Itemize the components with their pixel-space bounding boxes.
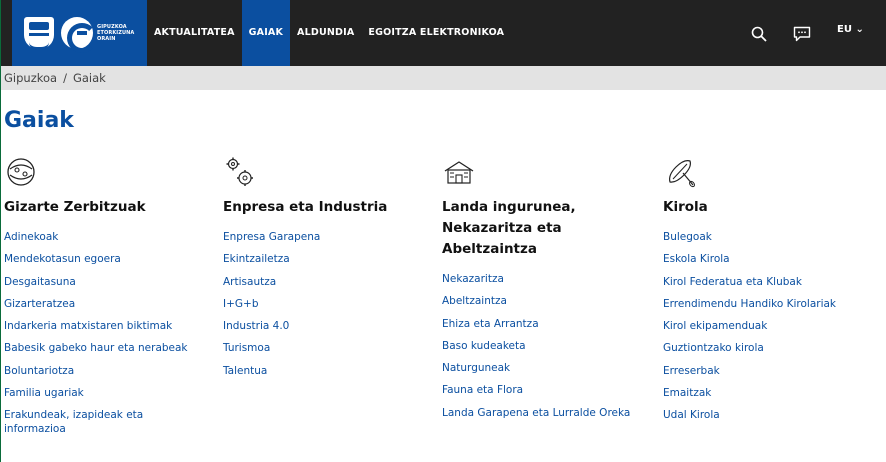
category-links: Bulegoak Eskola Kirola Kirol Federatua e… xyxy=(663,226,878,427)
nav-egoitza-elektronikoa[interactable]: EGOITZA ELEKTRONIKOA xyxy=(361,0,511,66)
gears-icon xyxy=(226,157,253,186)
coat-of-arms-icon xyxy=(24,17,54,50)
list-item[interactable]: Errendimendu Handiko Kirolariak xyxy=(663,293,878,315)
list-item[interactable]: Fauna eta Flora xyxy=(442,379,657,401)
chevron-down-icon: ⌄ xyxy=(855,24,864,35)
list-item[interactable]: Landa Garapena eta Lurralde Oreka xyxy=(442,402,657,424)
g-logo-icon xyxy=(61,17,97,53)
list-item[interactable]: Erakundeak, izapideak eta informazioa xyxy=(4,404,154,436)
nav-aldundia[interactable]: ALDUNDIA xyxy=(290,0,361,66)
list-item[interactable]: Erreserbak xyxy=(663,360,878,382)
people-circle-icon xyxy=(7,158,35,186)
list-item[interactable]: Ehiza eta Arrantza xyxy=(442,313,657,335)
search-icon[interactable] xyxy=(751,26,767,42)
category-kirola: Kirola Bulegoak Eskola Kirola Kirol Fede… xyxy=(663,155,878,427)
list-item[interactable]: Baso kudeaketa xyxy=(442,335,657,357)
list-item[interactable]: Desgaitasuna xyxy=(4,271,219,293)
canoe-paddle-icon xyxy=(669,160,695,188)
list-item[interactable]: Emaitzak xyxy=(663,382,878,404)
list-item[interactable]: Naturguneak xyxy=(442,357,657,379)
list-item[interactable]: Boluntariotza xyxy=(4,360,219,382)
list-item[interactable]: Bulegoak xyxy=(663,226,878,248)
farmhouse-icon xyxy=(444,161,474,184)
nav-aktualitatea[interactable]: AKTUALITATEA xyxy=(147,0,242,66)
list-item[interactable]: Turismoa xyxy=(223,337,438,359)
list-item[interactable]: Nekazaritza xyxy=(442,268,657,290)
category-title[interactable]: Landa ingurunea, Nekazaritza eta Abeltza… xyxy=(442,197,622,260)
category-links: Adinekoak Mendekotasun egoera Desgaitasu… xyxy=(4,226,219,436)
language-selector[interactable]: EU ⌄ xyxy=(837,24,864,35)
list-item[interactable]: Guztiontzako kirola xyxy=(663,337,878,359)
logo[interactable]: GIPUZKOA ETORKIZUNA ORAIN xyxy=(12,0,147,66)
list-item[interactable]: Babesik gabeko haur eta nerabeak xyxy=(4,337,219,359)
list-item[interactable]: Artisautza xyxy=(223,271,438,293)
list-item[interactable]: Ekintzailetza xyxy=(223,248,438,270)
list-item[interactable]: Talentua xyxy=(223,360,438,382)
main-nav: AKTUALITATEA GAIAK ALDUNDIA EGOITZA ELEK… xyxy=(147,0,511,66)
top-bar: GIPUZKOA ETORKIZUNA ORAIN AKTUALITATEA G… xyxy=(1,0,886,66)
list-item[interactable]: Indarkeria matxistaren biktimak xyxy=(4,315,219,337)
list-item[interactable]: Adinekoak xyxy=(4,226,219,248)
list-item[interactable]: Abeltzaintza xyxy=(442,290,657,312)
list-item[interactable]: Eskola Kirola xyxy=(663,248,878,270)
category-title[interactable]: Enpresa eta Industria xyxy=(223,197,438,218)
list-item[interactable]: Kirol ekipamenduak xyxy=(663,315,878,337)
list-item[interactable]: Udal Kirola xyxy=(663,404,878,426)
logo-text: GIPUZKOA ETORKIZUNA ORAIN xyxy=(97,24,135,42)
category-title[interactable]: Kirola xyxy=(663,197,878,218)
category-links: Enpresa Garapena Ekintzailetza Artisautz… xyxy=(223,226,438,382)
list-item[interactable]: Gizarteratzea xyxy=(4,293,219,315)
category-links: Nekazaritza Abeltzaintza Ehiza eta Arran… xyxy=(442,268,657,424)
nav-gaiak[interactable]: GAIAK xyxy=(241,0,291,66)
list-item[interactable]: Enpresa Garapena xyxy=(223,226,438,248)
list-item[interactable]: Industria 4.0 xyxy=(223,315,438,337)
breadcrumb-home[interactable]: Gipuzkoa xyxy=(4,71,57,85)
category-title[interactable]: Gizarte Zerbitzuak xyxy=(4,197,219,218)
breadcrumb-current: Gaiak xyxy=(72,71,106,85)
list-item[interactable]: Kirol Federatua eta Klubak xyxy=(663,271,878,293)
list-item[interactable]: I+G+b xyxy=(223,293,438,315)
page-title: Gaiak xyxy=(4,108,74,133)
breadcrumb-separator: / xyxy=(63,71,67,85)
category-enpresa-eta-industria: Enpresa eta Industria Enpresa Garapena E… xyxy=(223,155,438,382)
breadcrumb: Gipuzkoa / Gaiak xyxy=(1,66,886,90)
list-item[interactable]: Familia ugariak xyxy=(4,382,219,404)
chat-icon[interactable] xyxy=(793,26,811,42)
category-landa-ingurunea: Landa ingurunea, Nekazaritza eta Abeltza… xyxy=(442,155,657,424)
list-item[interactable]: Mendekotasun egoera xyxy=(4,248,219,270)
category-gizarte-zerbitzuak: Gizarte Zerbitzuak Adinekoak Mendekotasu… xyxy=(4,155,219,436)
